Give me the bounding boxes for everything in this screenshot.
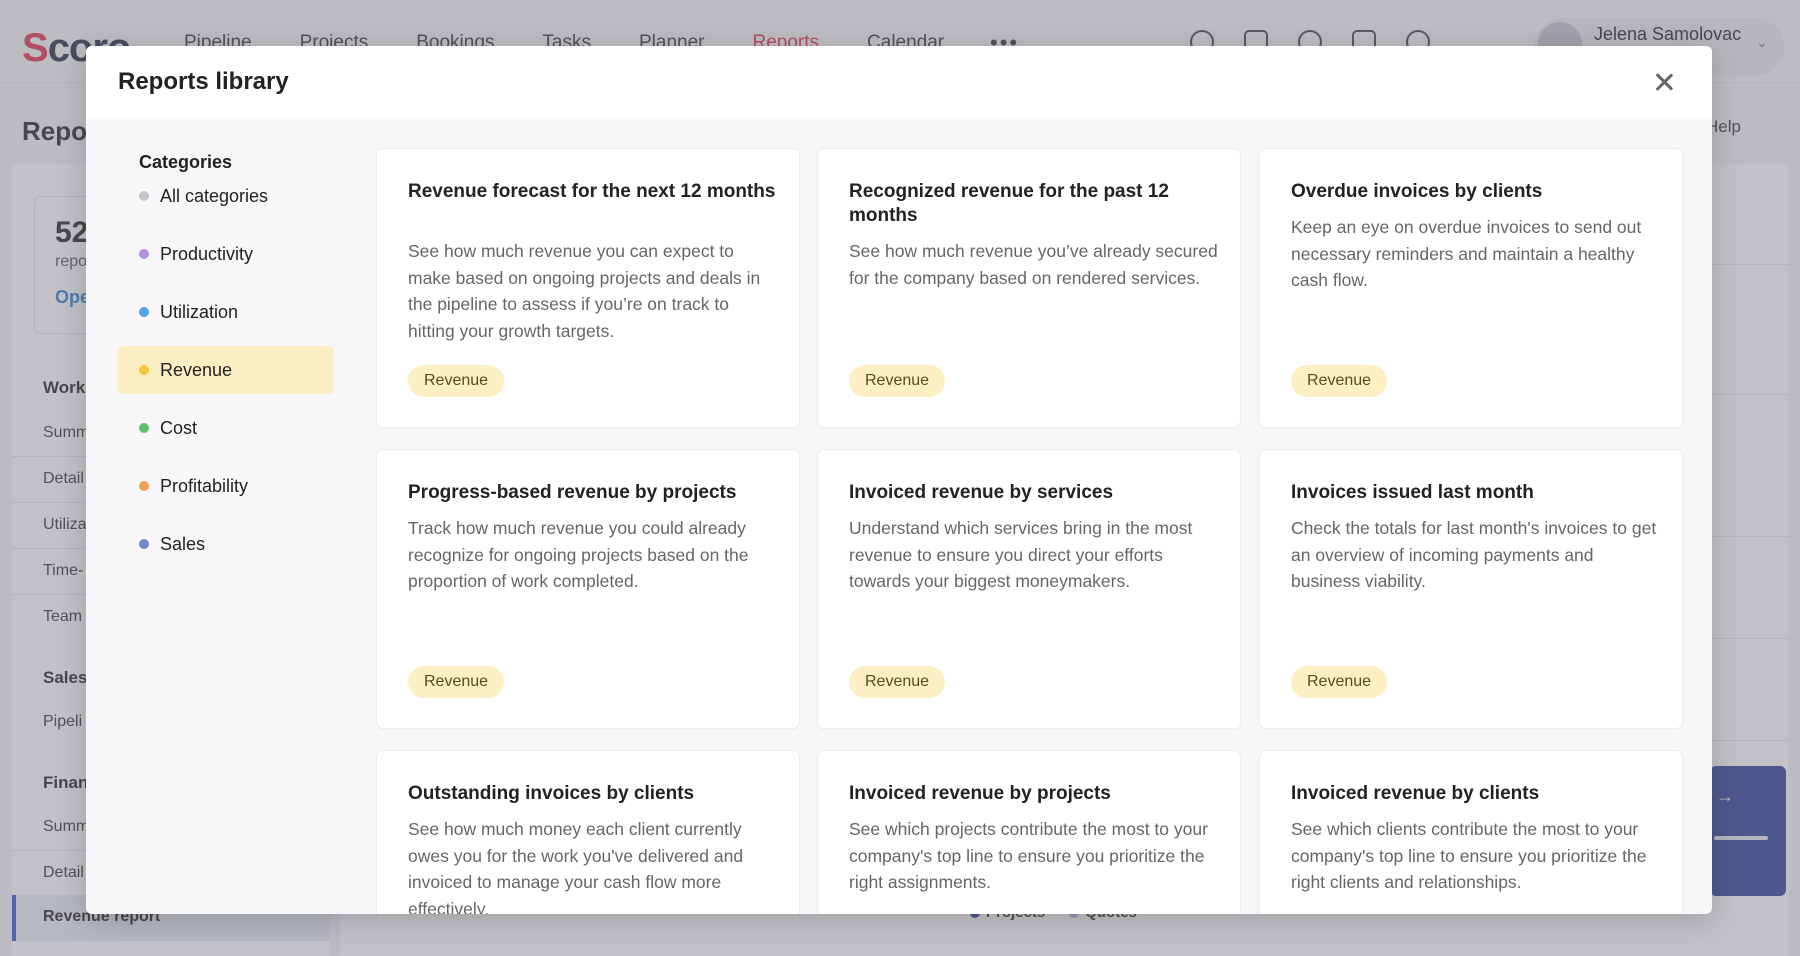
category-revenue[interactable]: Revenue [118,346,334,394]
report-card-title: Overdue invoices by clients [1291,181,1543,202]
report-card-description: See how much revenue you’ve already secu… [849,241,1218,288]
category-dot [139,307,149,317]
report-card-description: Track how much revenue you could already… [408,518,749,591]
modal-header: Reports library [86,46,1712,118]
category-badge: Revenue [1291,666,1388,698]
report-card[interactable]: Recognized revenue for the past 12 month… [818,149,1240,427]
report-card[interactable]: Revenue forecast for the next 12 months S… [377,149,799,427]
category-dot [139,365,149,375]
category-profitability[interactable]: Profitability [118,462,334,510]
category-badge: Revenue [849,666,946,698]
categories-heading: Categories [139,152,233,172]
category-all-categories[interactable]: All categories [118,172,334,220]
category-utilization[interactable]: Utilization [118,288,334,336]
report-card[interactable]: Invoiced revenue by services Understand w… [818,450,1240,728]
category-label: Cost [160,418,198,438]
category-dot [139,539,149,549]
report-card[interactable]: Invoiced revenue by projects See which pr… [818,751,1240,914]
category-label: Productivity [160,244,254,264]
report-card[interactable]: Progress-based revenue by projects Track … [377,450,799,728]
category-badge: Revenue [408,365,505,397]
category-cost[interactable]: Cost [118,404,334,452]
category-badge: Revenue [408,666,505,698]
category-label: Sales [160,534,206,554]
report-card-description: See which projects contribute the most t… [849,819,1208,892]
report-card-description: See how much revenue you can expect to m… [408,241,761,341]
category-label: Utilization [160,302,239,322]
category-badge: Revenue [849,365,946,397]
report-card-description: See which clients contribute the most to… [1291,819,1647,892]
report-card-title: Recognized revenue for the past 12 month… [849,181,1169,226]
report-card[interactable]: Overdue invoices by clients Keep an eye o… [1260,149,1682,427]
report-card-title: Invoiced revenue by clients [1291,783,1540,804]
category-dot [139,249,149,259]
category-label: All categories [160,186,269,206]
report-card-title: Progress-based revenue by projects [408,482,737,503]
report-card-title: Invoices issued last month [1291,482,1534,503]
report-card[interactable]: Outstanding invoices by clients See how m… [377,751,799,914]
category-dot [139,191,149,201]
report-card-title: Revenue forecast for the next 12 months [408,181,776,202]
report-card-description: Check the totals for last month's invoic… [1291,518,1657,591]
category-productivity[interactable]: Productivity [118,230,334,278]
category-label: Profitability [160,476,249,496]
report-card-description: See how much money each client currently… [408,819,744,914]
category-dot [139,481,149,491]
report-card[interactable]: Invoiced revenue by clients See which cli… [1260,751,1682,914]
category-badge: Revenue [1291,365,1388,397]
report-card-title: Outstanding invoices by clients [408,783,695,804]
reports-library-modal: Reports library Categories All categorie… [86,46,1712,914]
category-label: Revenue [160,360,233,380]
category-sales[interactable]: Sales [118,520,334,568]
report-card-title: Invoiced revenue by projects [849,783,1111,804]
report-card-title: Invoiced revenue by services [849,482,1114,503]
report-card-description: Understand which services bring in the m… [849,518,1193,591]
report-card-description: Keep an eye on overdue invoices to send … [1291,217,1642,290]
modal-title: Reports library [118,68,289,95]
report-card[interactable]: Invoices issued last month Check the tota… [1260,450,1682,728]
category-dot [139,423,149,433]
close-icon[interactable] [1652,70,1676,94]
